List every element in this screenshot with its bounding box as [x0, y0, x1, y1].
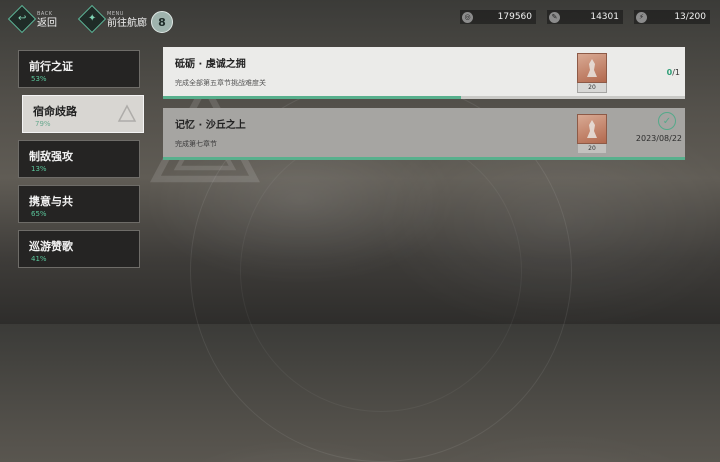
- sidebar-tab-percent: 65%: [31, 210, 47, 218]
- task-progress-total: /1: [672, 68, 680, 77]
- reward-count: 20: [577, 83, 607, 93]
- resource-coin[interactable]: ◎ 179560: [460, 10, 536, 24]
- back-button[interactable]: ↩ BACK 返回: [7, 4, 57, 34]
- sidebar-tab-title: 宿命歧路: [33, 105, 77, 118]
- level-badge[interactable]: 8: [151, 11, 173, 33]
- back-label: 返回: [37, 18, 57, 29]
- reward-figure-icon: [577, 53, 607, 83]
- completion-date: 2023/08/22: [635, 134, 682, 143]
- sidebar-tab-percent: 41%: [31, 255, 47, 263]
- menu-button[interactable]: ✦ MENU 前往航廊: [77, 4, 147, 34]
- task-description: 完成全部第五章节挑战难度关: [175, 79, 266, 87]
- sidebar-tab-title: 制敌强攻: [29, 150, 73, 163]
- feather-icon: ✎: [549, 11, 560, 23]
- check-icon: ✓: [658, 112, 676, 130]
- resource-stamina[interactable]: ⚡ 13/200: [634, 10, 710, 24]
- resource-feather[interactable]: ✎ 14301: [547, 10, 623, 24]
- coin-icon: ◎: [462, 11, 473, 23]
- task-progress-bar: [163, 157, 685, 160]
- reward-item[interactable]: 20: [577, 114, 607, 154]
- task-title: 记忆 · 沙丘之上: [175, 120, 246, 131]
- reward-item[interactable]: 20: [577, 53, 607, 93]
- task-title: 砥砺 · 虔诚之拥: [175, 59, 246, 70]
- sidebar-tab-title: 前行之证: [29, 60, 73, 73]
- task-card[interactable]: 砥砺 · 虔诚之拥 完成全部第五章节挑战难度关 20 0/1: [163, 47, 685, 99]
- task-progress-bar: [163, 96, 685, 99]
- task-progress-fill: [163, 96, 461, 99]
- task-progress-text: 0/1: [667, 68, 680, 77]
- back-arrow-icon: ↩: [7, 4, 37, 34]
- task-card-completed[interactable]: 记忆 · 沙丘之上 完成第七章节 20 ✓ 2023/08/22: [163, 108, 685, 160]
- sidebar-tab-title: 巡游赞歌: [29, 240, 73, 253]
- menu-label: 前往航廊: [107, 18, 147, 29]
- resource-coin-value: 179560: [497, 12, 532, 22]
- sidebar-tab-percent: 53%: [31, 75, 47, 83]
- triangle-deco-icon: [117, 104, 137, 122]
- background-ring-inner: [240, 130, 522, 412]
- sidebar-tab-2[interactable]: 宿命歧路 79%: [22, 95, 144, 133]
- task-description: 完成第七章节: [175, 140, 217, 148]
- reward-figure-icon: [577, 114, 607, 144]
- resource-stamina-value: 13/200: [674, 12, 706, 22]
- sidebar-tab-4[interactable]: 携意与共 65%: [18, 185, 140, 223]
- sidebar-tab-title: 携意与共: [29, 195, 73, 208]
- sidebar-tab-percent: 13%: [31, 165, 47, 173]
- sidebar-tab-3[interactable]: 制敌强攻 13%: [18, 140, 140, 178]
- sidebar-tab-percent: 79%: [35, 120, 51, 128]
- sidebar-tab-5[interactable]: 巡游赞歌 41%: [18, 230, 140, 268]
- menu-icon: ✦: [77, 4, 107, 34]
- resource-feather-value: 14301: [590, 12, 619, 22]
- reward-count: 20: [577, 144, 607, 154]
- stamina-icon: ⚡: [636, 11, 647, 23]
- sidebar-tab-1[interactable]: 前行之证 53%: [18, 50, 140, 88]
- task-progress-fill: [163, 157, 685, 160]
